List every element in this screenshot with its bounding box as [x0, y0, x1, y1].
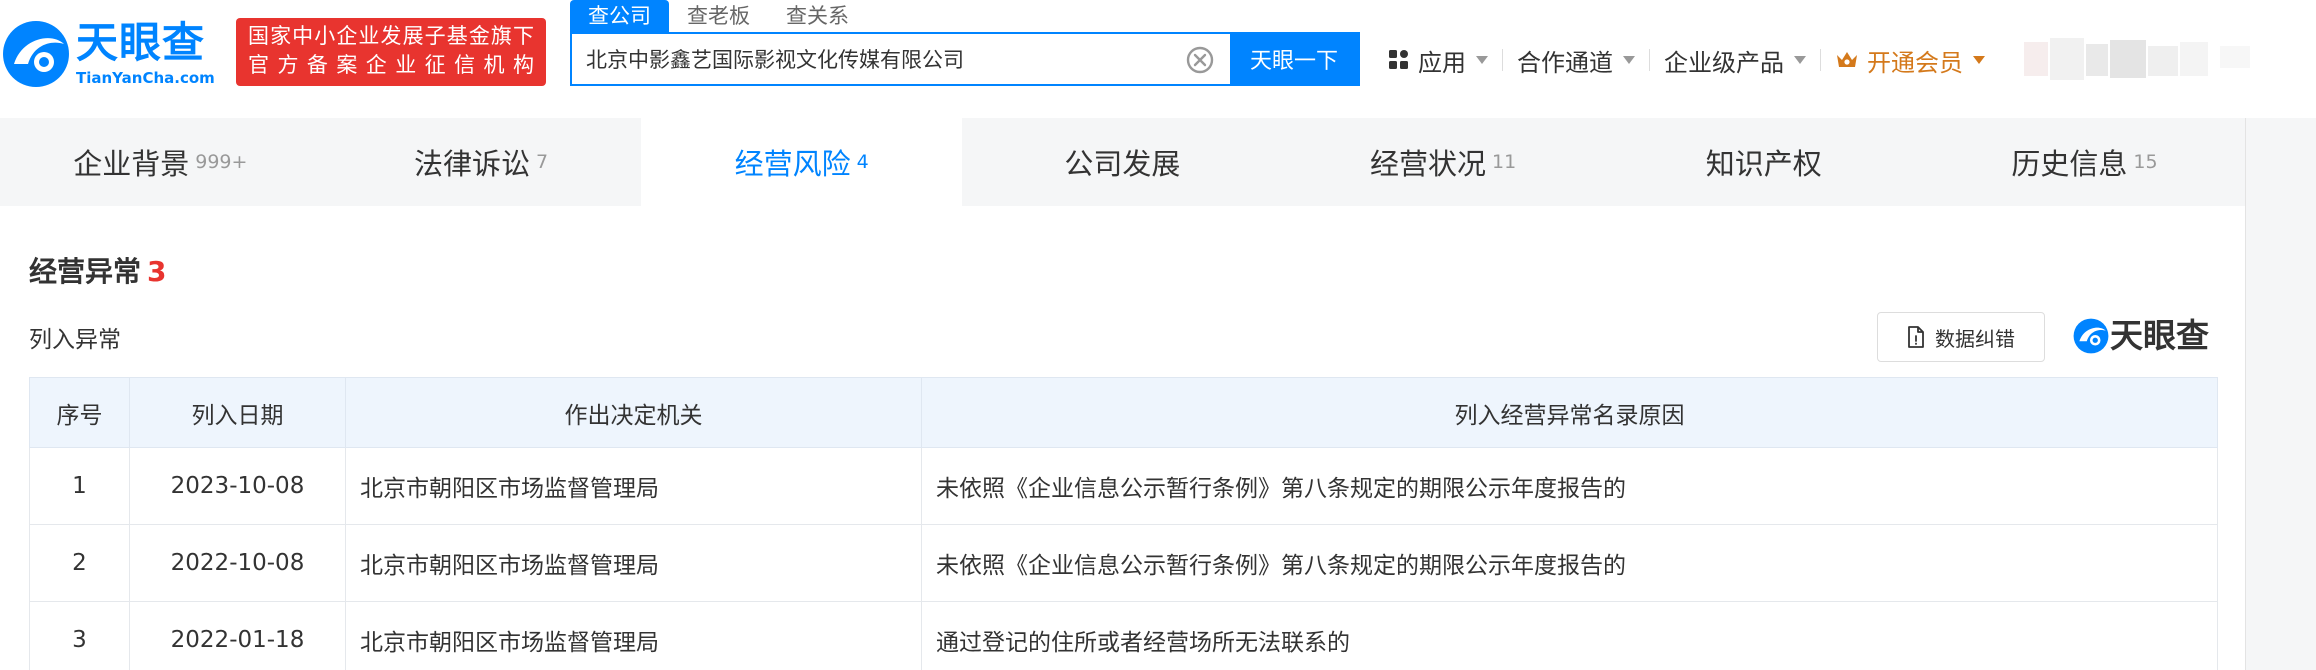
nav-divider: [1649, 49, 1650, 71]
section-title: 经营异常 3: [29, 250, 167, 290]
tab-label: 知识产权: [1705, 147, 1822, 181]
data-correction-button[interactable]: 数据纠错: [1877, 312, 2045, 362]
nav-channels-label: 合作通道: [1517, 48, 1613, 77]
nav-channels[interactable]: 合作通道: [1517, 43, 1635, 78]
apps-grid-icon: [1389, 50, 1408, 69]
business-anomaly-table: 序号 列入日期 作出决定机关 列入经营异常名录原因 1 2023-10-08 北…: [29, 377, 2218, 670]
section-count: 3: [147, 255, 167, 288]
tianyancha-eye-logo-icon: [3, 21, 69, 87]
cell-date: 2023-10-08: [129, 447, 346, 525]
cell-date: 2022-01-18: [129, 601, 346, 670]
chevron-down-icon: [1623, 56, 1635, 64]
chevron-down-icon: [1794, 56, 1806, 64]
cell-index: 1: [29, 447, 130, 525]
badge-line-1: 国家中小企业发展子基金旗下: [248, 24, 534, 48]
chevron-down-icon: [1973, 56, 1985, 64]
badge-line-2: 官方备案企业征信机构: [248, 53, 534, 77]
crown-icon: [1837, 52, 1857, 67]
tab-label: 公司发展: [1064, 147, 1181, 181]
cell-index: 3: [29, 601, 130, 670]
tab-history[interactable]: 历史信息 15: [1924, 118, 2245, 206]
tab-operation-status[interactable]: 经营状况 11: [1283, 118, 1604, 206]
tab-development[interactable]: 公司发展: [962, 118, 1283, 206]
top-header: 天眼查 TianYanCha.com 国家中小企业发展子基金旗下 官方备案企业征…: [0, 0, 2316, 118]
user-avatar-icon[interactable]: [2024, 38, 2264, 80]
right-side-panel: [2245, 118, 2316, 670]
tab-lawsuit[interactable]: 法律诉讼 7: [321, 118, 642, 206]
tab-label: 企业背景: [73, 147, 190, 181]
tab-business-risk[interactable]: 经营风险 4: [641, 118, 963, 206]
company-detail-tabs: 企业背景 999+ 法律诉讼 7 经营风险 4 公司发展 经营状况 11 知识产…: [0, 118, 2245, 206]
watermark-text: 天眼查: [2110, 316, 2209, 355]
nav-vip-label: 开通会员: [1867, 48, 1963, 77]
official-badge: 国家中小企业发展子基金旗下 官方备案企业征信机构: [236, 18, 546, 86]
cell-reason: 未依照《企业信息公示暂行条例》第八条规定的期限公示年度报告的: [921, 447, 2218, 525]
nav-enterprise[interactable]: 企业级产品: [1664, 43, 1806, 78]
table-row: 1 2023-10-08 北京市朝阳区市场监督管理局 未依照《企业信息公示暂行条…: [29, 447, 2218, 525]
data-correction-label: 数据纠错: [1935, 326, 2015, 351]
table-header-row: 序号 列入日期 作出决定机关 列入经营异常名录原因: [29, 377, 2218, 448]
search-tab-boss[interactable]: 查老板: [669, 0, 768, 32]
search-input[interactable]: [572, 34, 1184, 84]
cell-reason: 通过登记的住所或者经营场所无法联系的: [921, 601, 2218, 670]
search-box: 天眼一下: [570, 32, 1360, 86]
tianyancha-watermark: 天眼查: [2072, 314, 2220, 358]
cell-authority: 北京市朝阳区市场监督管理局: [345, 524, 922, 602]
cell-index: 2: [29, 524, 130, 602]
search-tab-company[interactable]: 查公司: [570, 0, 669, 32]
tab-label: 经营状况: [1369, 147, 1486, 181]
cell-reason: 未依照《企业信息公示暂行条例》第八条规定的期限公示年度报告的: [921, 524, 2218, 602]
column-header-authority: 作出决定机关: [345, 377, 922, 448]
cell-authority: 北京市朝阳区市场监督管理局: [345, 601, 922, 670]
cell-authority: 北京市朝阳区市场监督管理局: [345, 447, 922, 525]
chevron-down-icon: [1476, 56, 1488, 64]
table-row: 3 2022-01-18 北京市朝阳区市场监督管理局 通过登记的住所或者经营场所…: [29, 601, 2218, 670]
tab-label: 法律诉讼: [413, 147, 530, 181]
search-button[interactable]: 天眼一下: [1230, 34, 1358, 84]
nav-divider: [1820, 49, 1821, 71]
top-navigation: 应用 合作通道 企业级产品 开通会员: [1388, 38, 1985, 82]
nav-vip[interactable]: 开通会员: [1835, 43, 1985, 78]
tab-intellectual-property[interactable]: 知识产权: [1603, 118, 1924, 206]
tianyancha-logo[interactable]: 天眼查 TianYanCha.com: [0, 18, 228, 90]
tab-count: 4: [856, 151, 869, 173]
table-row: 2 2022-10-08 北京市朝阳区市场监督管理局 未依照《企业信息公示暂行条…: [29, 524, 2218, 602]
nav-apps[interactable]: 应用: [1388, 43, 1488, 78]
logo-name: 天眼查: [76, 18, 206, 67]
tab-count: 7: [535, 151, 549, 173]
tab-label: 历史信息: [2011, 147, 2128, 181]
logo-domain: TianYanCha.com: [76, 69, 215, 87]
tab-background[interactable]: 企业背景 999+: [0, 118, 321, 206]
tab-label: 经营风险: [734, 147, 851, 181]
section-title-label: 经营异常: [29, 255, 142, 288]
tianyancha-eye-logo-icon: [2073, 318, 2109, 354]
tab-count: 999+: [195, 151, 248, 173]
nav-enterprise-label: 企业级产品: [1664, 48, 1784, 77]
subsection-label: 列入异常: [29, 327, 121, 353]
document-icon: [1908, 326, 1924, 348]
tab-count: 15: [2133, 151, 2158, 173]
column-header-date: 列入日期: [129, 377, 346, 448]
cell-date: 2022-10-08: [129, 524, 346, 602]
nav-divider: [1502, 49, 1503, 71]
column-header-index: 序号: [29, 377, 130, 448]
search-tab-relation[interactable]: 查关系: [768, 0, 867, 32]
search-type-tabs: 查公司 查老板 查关系: [570, 0, 867, 32]
clear-circle-icon[interactable]: [1184, 44, 1216, 76]
tab-count: 11: [1492, 151, 1517, 173]
nav-apps-label: 应用: [1418, 48, 1466, 77]
column-header-reason: 列入经营异常名录原因: [921, 377, 2218, 448]
